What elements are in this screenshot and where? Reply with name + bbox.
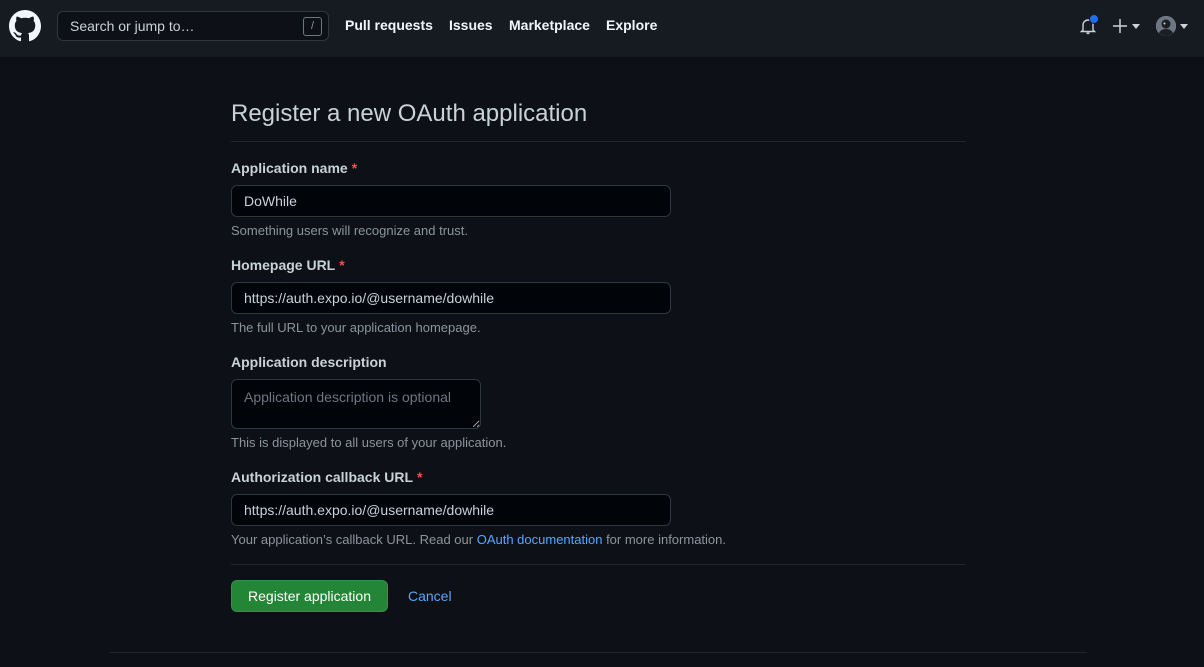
title-divider (231, 141, 966, 142)
required-marker: * (351, 160, 358, 176)
homepage-url-note: The full URL to your application homepag… (231, 320, 481, 335)
homepage-url-label-text: Homepage URL (231, 257, 336, 273)
app-name-label: Application name * (231, 160, 357, 176)
cancel-button[interactable]: Cancel (408, 588, 452, 604)
nav-pull-requests[interactable]: Pull requests (345, 17, 433, 33)
search-input[interactable]: Search or jump to… / (57, 11, 329, 41)
form-divider (231, 564, 966, 565)
callback-url-field[interactable] (231, 494, 671, 526)
nav-issues[interactable]: Issues (449, 17, 493, 33)
callback-url-note: Your application’s callback URL. Read ou… (231, 532, 726, 547)
plus-icon[interactable] (1112, 18, 1128, 34)
avatar[interactable] (1156, 16, 1176, 36)
description-textarea[interactable] (231, 379, 481, 429)
footer-divider (110, 652, 1087, 653)
github-logo-icon[interactable] (9, 10, 41, 42)
callback-url-label: Authorization callback URL * (231, 469, 422, 485)
register-application-button[interactable]: Register application (231, 580, 388, 612)
required-marker: * (417, 469, 423, 485)
description-label-text: Application description (231, 354, 387, 370)
callback-url-label-text: Authorization callback URL (231, 469, 414, 485)
notification-indicator (1089, 14, 1099, 24)
nav-marketplace[interactable]: Marketplace (509, 17, 590, 33)
top-header: Search or jump to… / Pull requests Issue… (0, 0, 1204, 57)
description-note: This is displayed to all users of your a… (231, 435, 507, 450)
nav-explore[interactable]: Explore (606, 17, 657, 33)
caret-down-icon[interactable] (1180, 24, 1188, 29)
homepage-url-label: Homepage URL * (231, 257, 345, 273)
search-shortcut-key: / (303, 17, 322, 36)
homepage-url-field[interactable] (231, 282, 671, 314)
callback-note-before: Your application’s callback URL. Read ou… (231, 532, 477, 547)
page-title: Register a new OAuth application (231, 100, 588, 127)
callback-note-after: for more information. (602, 532, 726, 547)
app-name-field[interactable] (231, 185, 671, 217)
required-marker: * (339, 257, 345, 273)
search-placeholder: Search or jump to… (70, 18, 195, 34)
app-name-note: Something users will recognize and trust… (231, 223, 469, 238)
oauth-documentation-link[interactable]: OAuth documentation (477, 532, 603, 547)
caret-down-icon[interactable] (1132, 24, 1140, 29)
description-label: Application description (231, 354, 387, 370)
app-name-label-text: Application name (231, 160, 348, 176)
